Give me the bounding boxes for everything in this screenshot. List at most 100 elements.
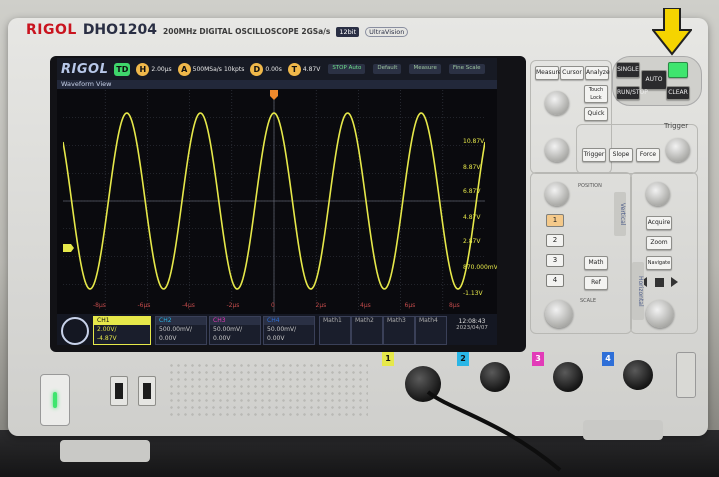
ch1-ground-marker: [63, 244, 74, 252]
brand-bar: RIGOL DHO1204 200MHz DIGITAL OSCILLOSCOP…: [26, 22, 409, 38]
channel-name: CH1: [94, 317, 150, 325]
time-label: -2µs: [226, 302, 240, 309]
channel-box-ch4[interactable]: CH4 50.00mV/0.00V: [263, 316, 315, 345]
trigger-position-marker: [270, 90, 278, 100]
nav-arrows: [640, 272, 678, 292]
channel-box-ch1[interactable]: CH1 2.00V/ -4.87V: [93, 316, 151, 345]
voltage-label: 6.87V: [463, 188, 481, 195]
acquire-button[interactable]: Acquire: [646, 216, 672, 230]
trigger-menu-button[interactable]: Trigger: [582, 148, 606, 162]
down-arrow-icon: [652, 8, 692, 56]
channel-offset: 0.00V: [159, 335, 177, 342]
cursor-button[interactable]: Cursor: [560, 66, 584, 80]
memory-depth: 10kpts: [223, 65, 245, 73]
math-label: Math4: [419, 317, 438, 324]
timebase-pill[interactable]: H 2.00µs: [136, 62, 172, 76]
right-arrow-icon[interactable]: [671, 277, 678, 287]
voltage-label: -1.13V: [463, 290, 483, 297]
clear-button[interactable]: CLEAR: [666, 86, 690, 100]
single-button[interactable]: SINGLE: [616, 62, 640, 78]
stop-square-icon[interactable]: [654, 277, 664, 287]
math-box[interactable]: Math4: [415, 316, 447, 345]
ch1-input-tag: 1: [382, 352, 394, 366]
voltage-label: 870.000mV: [463, 264, 497, 271]
model-name: DHO1204: [82, 22, 158, 38]
display-screen[interactable]: RIGOL TD H 2.00µs A 500MSa/s 10kpts D 0.…: [57, 58, 497, 345]
run-mode-pill[interactable]: TD: [114, 62, 131, 76]
clock-time: 12:08:43: [458, 318, 486, 325]
channel-2-button[interactable]: 2: [546, 234, 564, 247]
measure-button[interactable]: Measure: [535, 66, 562, 80]
fine-scale-button[interactable]: Fine Scale: [448, 64, 485, 74]
ref-button[interactable]: Ref: [584, 276, 608, 290]
stop-button[interactable]: STOP Auto: [328, 64, 366, 74]
channel-name: CH2: [156, 317, 206, 325]
ch1-bnc-connector[interactable]: [405, 366, 441, 402]
time-label: -8µs: [93, 302, 106, 309]
speaker-grille: [168, 362, 368, 420]
channel-box-ch2[interactable]: CH2 500.00mV/0.00V: [155, 316, 207, 345]
time-label: 8µs: [449, 302, 460, 309]
navigation-icon[interactable]: [61, 317, 89, 345]
time-label: 4µs: [360, 302, 371, 309]
right-foot: [583, 420, 663, 440]
usb-port-1[interactable]: [110, 376, 128, 406]
horizontal-tab: Horizontal: [632, 262, 644, 320]
channel-box-ch3[interactable]: CH3 50.00mV/0.00V: [209, 316, 261, 345]
navigate-button[interactable]: Navigate: [646, 256, 672, 270]
channel-4-button[interactable]: 4: [546, 274, 564, 287]
ch3-bnc-connector[interactable]: [553, 362, 583, 392]
channel-name: CH4: [264, 317, 314, 325]
left-foot: [60, 440, 150, 462]
h-badge: H: [136, 62, 150, 76]
d-badge: D: [250, 62, 264, 76]
trigger-pill[interactable]: T 4.87V: [287, 62, 321, 76]
usb-port-2[interactable]: [138, 376, 156, 406]
quick-button[interactable]: Quick: [584, 107, 608, 121]
bits-badge: 12bit: [336, 27, 360, 37]
channel-offset: -4.87V: [97, 335, 117, 342]
run-stop-label-button[interactable]: RUN/STOP: [616, 86, 648, 100]
touch-lock-button[interactable]: Touch Lock: [584, 85, 608, 103]
vertical-position-knob[interactable]: [545, 182, 569, 206]
channel-scale: 50.00mV/: [267, 326, 297, 333]
intensity-knob[interactable]: [545, 138, 569, 162]
voltage-label: 4.87V: [463, 214, 481, 221]
horizontal-position-knob[interactable]: [646, 182, 670, 206]
math-box[interactable]: Math2: [351, 316, 383, 345]
auto-button[interactable]: AUTO: [641, 70, 667, 90]
default-button[interactable]: Default: [373, 64, 402, 74]
channel-1-button[interactable]: 1: [546, 214, 564, 227]
math-box[interactable]: Math1: [319, 316, 351, 345]
acquire-pill[interactable]: A 500MSa/s 10kpts: [177, 62, 245, 76]
probe-comp-terminal: [676, 352, 696, 398]
math-box[interactable]: Math3: [383, 316, 415, 345]
channel-3-button[interactable]: 3: [546, 254, 564, 267]
math-label: Math1: [323, 317, 342, 324]
slope-button[interactable]: Slope: [609, 148, 633, 162]
ch2-bnc-connector[interactable]: [480, 362, 510, 392]
power-button[interactable]: [40, 374, 70, 426]
delay-pill[interactable]: D 0.00s: [250, 62, 282, 76]
zoom-button[interactable]: Zoom: [646, 236, 672, 250]
measure-soft-button[interactable]: Measure: [409, 64, 441, 74]
waveform-grid[interactable]: [63, 90, 485, 312]
multipurpose-knob[interactable]: [545, 91, 569, 115]
run-stop-button[interactable]: [668, 62, 688, 78]
time-label: -4µs: [182, 302, 195, 309]
trigger-panel-title: Trigger: [664, 122, 689, 130]
horizontal-scale-knob[interactable]: [646, 300, 674, 328]
math-label: Math2: [355, 317, 374, 324]
trigger-level: 4.87V: [302, 65, 321, 73]
run-mode-badge[interactable]: TD: [114, 62, 131, 76]
math-button[interactable]: Math: [584, 256, 608, 270]
ch3-input-tag: 3: [532, 352, 544, 366]
vertical-scale-knob[interactable]: [545, 300, 573, 328]
clock-date: 2023/04/07: [456, 325, 488, 331]
trigger-level-knob[interactable]: [666, 138, 690, 162]
screen-logo: RIGOL: [61, 61, 109, 77]
analyze-button[interactable]: Analyze: [585, 66, 610, 80]
ch4-bnc-connector[interactable]: [623, 360, 653, 390]
channel-scale: 50.00mV/: [213, 326, 243, 333]
force-button[interactable]: Force: [636, 148, 660, 162]
